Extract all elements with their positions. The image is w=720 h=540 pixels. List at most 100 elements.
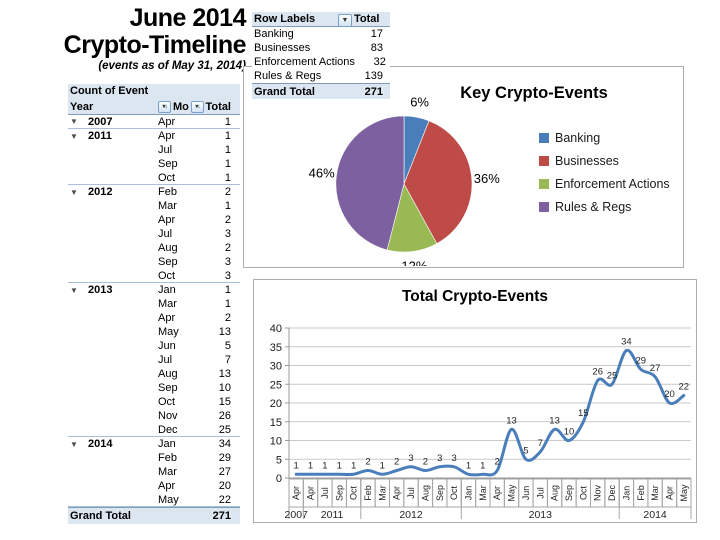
line-data-label: 1 — [466, 460, 471, 471]
legend-label: Businesses — [555, 153, 619, 168]
legend-item-rules-regs[interactable]: Rules & Regs — [539, 195, 670, 218]
pivot-row[interactable]: Jul 3 — [68, 227, 240, 241]
summary-pivot-table: Row Labels ▼ Total Banking 17 Businesses 83… — [252, 12, 390, 99]
summary-row[interactable]: Enforcement Actions 32 — [252, 55, 390, 69]
total-cell: 1 — [224, 298, 231, 310]
collapse-year-icon[interactable]: ▼ — [70, 132, 88, 141]
pivot-row[interactable]: Nov 26 — [68, 409, 240, 423]
x-month-label: Mar — [478, 485, 488, 501]
collapse-year-icon[interactable]: ▼ — [70, 117, 88, 126]
pivot-row[interactable]: Sep 1 — [68, 157, 240, 171]
line-data-label: 25 — [607, 370, 618, 381]
x-year-label: 2013 — [529, 509, 553, 521]
year-cell: ▼ 2012 — [68, 186, 156, 198]
collapse-year-icon[interactable]: ▼ — [70, 286, 88, 295]
y-tick-label: 5 — [276, 454, 282, 466]
x-month-label: Dec — [607, 485, 617, 502]
month-cell: Jul — [158, 144, 173, 156]
summary-row[interactable]: Rules & Regs 139 — [252, 69, 390, 83]
year-cell: ▼ 2007 — [68, 116, 156, 128]
pivot-row[interactable]: Oct 15 — [68, 395, 240, 409]
pivot-grand-total-row[interactable]: Grand Total 271 — [68, 507, 240, 524]
pivot-row[interactable]: Mar 27 — [68, 465, 240, 479]
x-month-label: Apr — [492, 486, 502, 500]
month-cell: May — [158, 493, 179, 506]
legend-swatch-icon — [539, 132, 549, 143]
collapse-year-icon[interactable]: ▼ — [70, 188, 88, 197]
pivot-row[interactable]: May 13 — [68, 325, 240, 339]
line-chart[interactable]: 0 5 10 15 20 25 30 35 40 Apr 2007 Apr Jul Sep Oct 2011 F… — [253, 279, 697, 523]
legend-item-enforcement-actions[interactable]: Enforcement Actions — [539, 172, 670, 195]
y-tick-label: 25 — [270, 379, 282, 391]
line-data-label: 13 — [549, 415, 560, 426]
pivot-row[interactable]: ▼ 2013 Jan 1 — [68, 283, 240, 297]
line-data-label: 34 — [621, 337, 632, 348]
legend-label: Enforcement Actions — [555, 176, 670, 191]
pivot-row[interactable]: Apr 20 — [68, 479, 240, 493]
y-tick-label: 10 — [270, 436, 282, 448]
line-data-label: 2 — [394, 457, 399, 468]
legend-item-banking[interactable]: Banking — [539, 126, 670, 149]
collapse-year-icon[interactable]: ▼ — [70, 440, 88, 449]
month-cell: Mar — [158, 200, 177, 212]
month-cell: May — [158, 326, 179, 338]
summary-row[interactable]: Businesses 83 — [252, 41, 390, 55]
pivot-row[interactable]: ▼ 2012 Feb 2 — [68, 185, 240, 199]
line-data-label: 3 — [408, 453, 413, 464]
summary-row[interactable]: Banking 17 — [252, 27, 390, 41]
pivot-row[interactable]: Aug 2 — [68, 241, 240, 255]
x-month-label: Oct — [449, 486, 459, 501]
total-cell: 1 — [224, 158, 231, 170]
pivot-row[interactable]: Mar 1 — [68, 297, 240, 311]
year-label: 2007 — [88, 115, 113, 128]
pie-chart-title: Key Crypto-Events — [460, 84, 608, 102]
monthly-pivot-table: Count of Event Year ▾↓ Mo ▾↓ Total ▼ 2007… — [68, 84, 240, 524]
x-year-label: 2011 — [321, 509, 344, 521]
pivot-row[interactable]: May 22 — [68, 493, 240, 507]
pivot-row[interactable]: ▼ 2014 Jan 34 — [68, 437, 240, 451]
line-data-label: 27 — [650, 363, 661, 374]
pivot-row[interactable]: Dec 25 — [68, 423, 240, 437]
total-cell: 1 — [224, 171, 231, 184]
pivot-row[interactable]: Apr 2 — [68, 213, 240, 227]
y-tick-label: 40 — [270, 323, 282, 335]
year-label: 2013 — [88, 284, 113, 296]
summary-row-label: Rules & Regs — [254, 70, 322, 82]
month-cell: Jul — [158, 354, 173, 366]
pivot-row[interactable]: Apr 2 — [68, 311, 240, 325]
pivot-row[interactable]: Mar 1 — [68, 199, 240, 213]
pivot-row[interactable]: Aug 13 — [68, 367, 240, 381]
line-data-label: 1 — [351, 460, 356, 471]
legend-item-businesses[interactable]: Businesses — [539, 149, 670, 172]
month-cell: Aug — [158, 242, 178, 254]
pivot-row[interactable]: ▼ 2007 Apr 1 — [68, 115, 240, 129]
x-month-label: May — [679, 484, 689, 502]
pivot-row[interactable]: Oct 1 — [68, 171, 240, 185]
total-cell: 2 — [224, 214, 231, 226]
x-month-label: Apr — [291, 486, 301, 500]
pivot-row[interactable]: Jul 7 — [68, 353, 240, 367]
line-data-label: 1 — [322, 460, 327, 471]
series-line[interactable] — [294, 348, 686, 477]
month-cell: Jan — [158, 438, 176, 450]
line-data-label: 13 — [506, 415, 517, 426]
pivot-row[interactable]: Feb 29 — [68, 451, 240, 465]
pivot-row[interactable]: ▼ 2011 Apr 1 — [68, 129, 240, 143]
line-plot: 0510152025303540Apr2007Apr Jul Sep Oct2011F… — [270, 323, 692, 521]
total-cell: 34 — [218, 438, 231, 450]
pivot-row[interactable]: Jun 5 — [68, 339, 240, 353]
pivot-row[interactable]: Sep 3 — [68, 255, 240, 269]
pivot-row[interactable]: Jul 1 — [68, 143, 240, 157]
legend-swatch-icon — [539, 201, 549, 212]
month-cell: Oct — [158, 269, 176, 282]
summary-grand-total-row[interactable]: Grand Total 271 — [252, 83, 390, 99]
pivot-row[interactable]: Sep 10 — [68, 381, 240, 395]
total-header: Total — [205, 100, 231, 113]
year-sort-filter-icon[interactable]: ▾↓ — [158, 100, 171, 113]
row-labels-dropdown-icon[interactable]: ▼ — [338, 14, 352, 27]
month-sort-filter-icon[interactable]: ▾↓ — [190, 100, 204, 113]
pivot-row[interactable]: Oct 3 — [68, 269, 240, 283]
summary-total-header: Total — [354, 13, 380, 25]
slide-canvas: June 2014 Crypto-Timeline (events as of … — [0, 0, 720, 540]
pie-percent-label: 46% — [309, 166, 335, 181]
